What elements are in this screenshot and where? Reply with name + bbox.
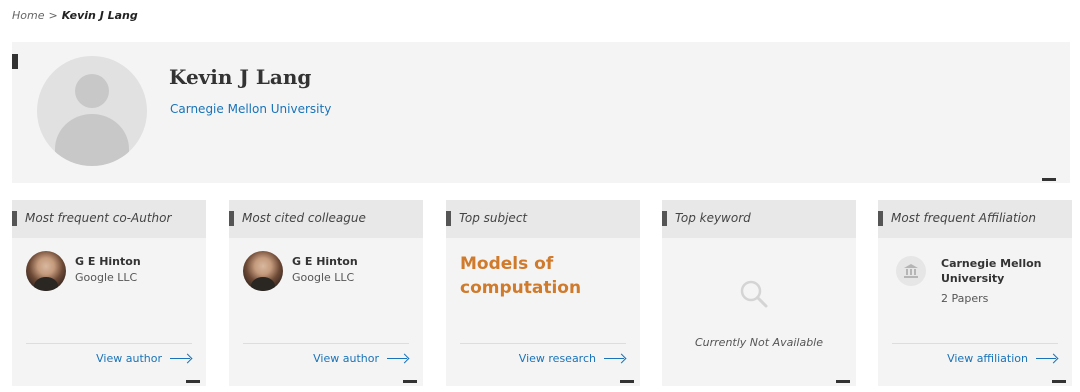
colleague-name[interactable]: G E Hinton xyxy=(292,255,358,268)
profile-panel: Kevin J Lang Carnegie Mellon University xyxy=(12,42,1070,183)
avatar-placeholder-icon xyxy=(37,56,147,166)
breadcrumb-home[interactable]: Home xyxy=(12,9,44,22)
subject-line-1: Models of xyxy=(460,254,554,274)
card-header: Most frequent Affiliation xyxy=(878,200,1072,238)
divider xyxy=(460,343,626,344)
header-marker xyxy=(229,211,234,226)
panel-corner-marker xyxy=(12,54,18,69)
coauthor-name[interactable]: G E Hinton xyxy=(75,255,141,268)
header-marker xyxy=(12,211,17,226)
divider xyxy=(243,343,409,344)
author-affiliation-link[interactable]: Carnegie Mellon University xyxy=(170,102,331,116)
affiliation-name-line-1: Carnegie Mellon xyxy=(941,257,1042,270)
card-title: Most frequent Affiliation xyxy=(891,211,1036,225)
view-affiliation-link[interactable]: View affiliation xyxy=(947,352,1058,365)
card-corner-bar xyxy=(1052,380,1066,383)
affiliation-paper-count: 2 Papers xyxy=(941,292,989,305)
card-title: Most frequent co-Author xyxy=(25,211,172,225)
top-subject-link[interactable]: Models of computation xyxy=(460,252,581,300)
view-research-link[interactable]: View research xyxy=(519,352,626,365)
subject-line-2: computation xyxy=(460,278,582,298)
arrow-right-icon xyxy=(604,354,626,364)
coauthor-photo[interactable] xyxy=(26,251,66,291)
card-title: Top subject xyxy=(459,211,528,225)
view-research-label: View research xyxy=(518,352,596,365)
breadcrumb-current: Kevin J Lang xyxy=(61,9,138,22)
view-author-link[interactable]: View author xyxy=(313,352,409,365)
breadcrumb-separator: > xyxy=(48,9,58,22)
divider xyxy=(26,343,192,344)
card-top-keyword: Top keyword Currently Not Available xyxy=(662,200,856,386)
card-corner-bar xyxy=(186,380,200,383)
header-marker xyxy=(662,211,667,226)
card-top-subject: Top subject Models of computation View r… xyxy=(446,200,640,386)
card-corner-bar xyxy=(620,380,634,383)
view-author-label: View author xyxy=(96,352,162,365)
breadcrumb: Home > Kevin J Lang xyxy=(12,9,138,22)
colleague-org: Google LLC xyxy=(292,271,355,284)
arrow-right-icon xyxy=(1036,354,1058,364)
coauthor-org: Google LLC xyxy=(75,271,138,284)
colleague-photo[interactable] xyxy=(243,251,283,291)
arrow-right-icon xyxy=(387,354,409,364)
card-most-frequent-affiliation: Most frequent Affiliation Carnegie Mello… xyxy=(878,200,1072,386)
card-most-cited-colleague: Most cited colleague G E Hinton Google L… xyxy=(229,200,423,386)
divider xyxy=(892,343,1058,344)
affiliation-name-line-2: University xyxy=(941,272,1005,285)
card-title: Most cited colleague xyxy=(242,211,366,225)
panel-corner-bar xyxy=(1042,178,1056,181)
view-affiliation-label: View affiliation xyxy=(947,352,1028,365)
card-corner-bar xyxy=(403,380,417,383)
card-header: Most cited colleague xyxy=(229,200,423,238)
card-header: Top subject xyxy=(446,200,640,238)
card-header: Most frequent co-Author xyxy=(12,200,206,238)
search-icon xyxy=(740,280,768,308)
view-author-link[interactable]: View author xyxy=(96,352,192,365)
header-marker xyxy=(446,211,451,226)
header-marker xyxy=(878,211,883,226)
card-most-frequent-coauthor: Most frequent co-Author G E Hinton Googl… xyxy=(12,200,206,386)
affiliation-name[interactable]: Carnegie Mellon University xyxy=(941,256,1041,286)
arrow-right-icon xyxy=(170,354,192,364)
card-corner-bar xyxy=(836,380,850,383)
keyword-status: Currently Not Available xyxy=(694,336,823,349)
author-name: Kevin J Lang xyxy=(169,65,312,89)
institution-icon xyxy=(896,256,926,286)
view-author-label: View author xyxy=(313,352,379,365)
card-title: Top keyword xyxy=(675,211,751,225)
card-header: Top keyword xyxy=(662,200,856,238)
